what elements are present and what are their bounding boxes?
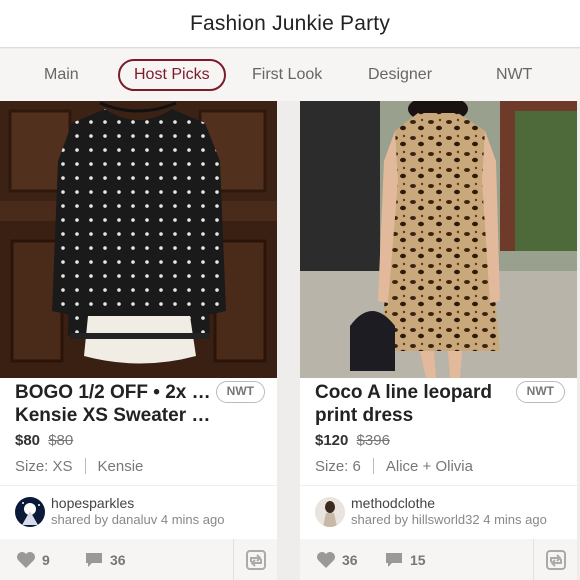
action-bar: 36 15: [300, 539, 577, 580]
share-button[interactable]: [533, 539, 577, 580]
seller-text: hopesparkles shared by danaluv 4 mins ag…: [51, 495, 224, 528]
brand-label[interactable]: Alice + Olivia: [386, 458, 473, 475]
listing-title[interactable]: Coco A line leopard print dress: [315, 381, 515, 427]
original-price: $396: [356, 432, 390, 449]
size-label: Size: 6: [315, 458, 361, 475]
tab-host-picks[interactable]: Host Picks: [118, 59, 226, 91]
tab-first-look[interactable]: First Look: [252, 59, 322, 91]
listing-meta: Size: 6 Alice + Olivia: [315, 458, 473, 475]
price: $80 $80: [15, 432, 73, 449]
like-button[interactable]: 36: [316, 551, 358, 569]
tab-main[interactable]: Main: [44, 59, 79, 91]
listing-photo[interactable]: [0, 101, 277, 378]
party-title: Fashion Junkie Party: [189, 11, 391, 35]
divider: [0, 485, 277, 486]
listing-card[interactable]: Coco A line leopard print dress NWT $120…: [300, 101, 577, 580]
meta-divider: [84, 458, 86, 474]
price: $120 $396: [315, 432, 390, 449]
tab-designer[interactable]: Designer: [368, 59, 432, 91]
listing-title[interactable]: BOGO 1/2 OFF • 2x HP Kensie XS Sweater N…: [15, 381, 215, 427]
share-icon: [245, 549, 266, 570]
listing-photo[interactable]: [300, 101, 577, 378]
comment-button[interactable]: 36: [84, 551, 126, 569]
nwt-badge: NWT: [215, 381, 265, 403]
heart-icon: [317, 552, 335, 568]
meta-divider: [372, 458, 374, 474]
comment-icon: [386, 553, 402, 567]
seller-text: methodclothe shared by hillsworld32 4 mi…: [351, 495, 547, 528]
original-price: $80: [48, 432, 74, 449]
comment-count: 36: [110, 552, 126, 568]
listing-meta: Size: XS Kensie: [15, 458, 143, 475]
comment-icon: [86, 553, 102, 567]
seller-info[interactable]: hopesparkles shared by danaluv 4 mins ag…: [15, 495, 224, 528]
size-label: Size: XS: [15, 458, 73, 475]
current-price: $120: [315, 432, 349, 449]
heart-icon: [17, 552, 35, 568]
shared-by-text: shared by hillsworld32 4 mins ago: [351, 512, 547, 527]
nwt-badge: NWT: [515, 381, 565, 403]
comment-count: 15: [410, 552, 426, 568]
tab-bar: Main Host Picks First Look Designer NWT: [0, 49, 580, 101]
like-count: 36: [342, 552, 358, 568]
listing-card[interactable]: BOGO 1/2 OFF • 2x HP Kensie XS Sweater N…: [0, 101, 277, 580]
seller-info[interactable]: methodclothe shared by hillsworld32 4 mi…: [315, 495, 547, 528]
divider: [300, 485, 577, 486]
brand-label[interactable]: Kensie: [98, 458, 144, 475]
shared-by-text: shared by danaluv 4 mins ago: [51, 512, 225, 527]
like-button[interactable]: 9: [16, 551, 50, 569]
avatar[interactable]: [15, 497, 45, 527]
seller-name[interactable]: methodclothe: [351, 495, 547, 512]
app-header: Fashion Junkie Party: [0, 0, 580, 48]
action-bar: 9 36: [0, 539, 277, 580]
comment-button[interactable]: 15: [384, 551, 426, 569]
listing-grid: BOGO 1/2 OFF • 2x HP Kensie XS Sweater N…: [0, 101, 580, 580]
seller-name[interactable]: hopesparkles: [51, 495, 224, 512]
share-icon: [545, 549, 566, 570]
avatar[interactable]: [315, 497, 345, 527]
like-count: 9: [42, 552, 50, 568]
current-price: $80: [15, 432, 41, 449]
tab-nwt[interactable]: NWT: [496, 59, 532, 91]
share-button[interactable]: [233, 539, 277, 580]
